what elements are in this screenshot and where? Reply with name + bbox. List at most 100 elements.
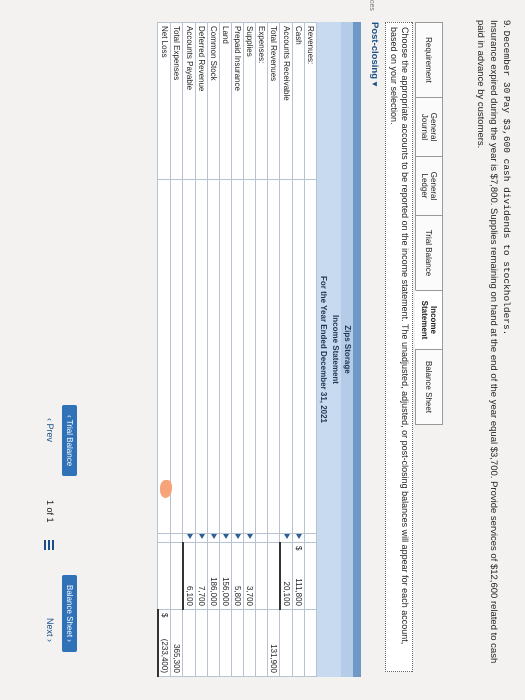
- total-cell: [292, 609, 305, 677]
- statement-period: For the Year Ended December 31, 2021: [317, 22, 329, 677]
- post-closing-dropdown[interactable]: Post-closing ▾: [369, 22, 380, 86]
- rotated-screen: ces 9. December 30 Pay $3,600 cash divid…: [0, 0, 525, 700]
- grid-icon[interactable]: [44, 540, 54, 550]
- statement-row: Total Revenues 131,900: [267, 22, 280, 677]
- total-cell: 131,900: [267, 609, 280, 677]
- row-spacer: [304, 179, 317, 534]
- total-cell: [207, 609, 220, 677]
- problem-text: 9. December 30 Pay $3,600 cash dividends…: [474, 20, 513, 680]
- chevron-left-icon: ‹: [45, 418, 55, 421]
- total-cell: [195, 609, 208, 677]
- row-arrow-cell: [267, 533, 280, 543]
- statement-row: Common Stock 186,000: [207, 22, 220, 677]
- row-spacer: [183, 179, 196, 534]
- account-label: Net Loss: [158, 22, 171, 180]
- dropdown-arrow-icon[interactable]: [186, 534, 193, 539]
- amount-value: 131,900: [269, 644, 279, 673]
- chevron-right-icon: ›: [45, 639, 55, 643]
- problem-details: Insurance expired during the year is $7,…: [475, 20, 499, 664]
- income-statement: Zips Storage Income Statement For the Ye…: [157, 22, 361, 677]
- account-label[interactable]: Deferred Revenue: [195, 22, 208, 180]
- account-label: Total Revenues: [267, 22, 280, 180]
- amount-cell: 5,800: [231, 542, 244, 610]
- row-arrow-cell: [304, 533, 317, 543]
- row-spacer: [255, 179, 268, 534]
- amount-value: 111,800: [294, 578, 303, 606]
- total-cell: [255, 609, 268, 677]
- row-arrow-cell[interactable]: [195, 533, 208, 543]
- next-tab-label: Balance Sheet: [65, 585, 74, 638]
- chevron-left-icon: ‹: [65, 415, 74, 418]
- account-label: Total Expenses: [170, 22, 183, 180]
- next-button[interactable]: Next ›: [45, 618, 55, 642]
- account-label: Revenues:: [304, 22, 317, 180]
- row-spacer: [219, 179, 232, 534]
- statement-title: Income Statement: [329, 22, 341, 677]
- account-label[interactable]: Cash: [292, 22, 305, 180]
- row-arrow-cell[interactable]: [231, 533, 244, 543]
- tab-balance-sheet[interactable]: Balance Sheet: [415, 349, 443, 425]
- dropdown-arrow-icon[interactable]: [199, 534, 205, 539]
- total-cell: [280, 609, 293, 677]
- dropdown-arrow-icon[interactable]: [283, 534, 290, 539]
- account-label[interactable]: Accounts Payable: [183, 22, 196, 180]
- amount-cell: [267, 542, 280, 610]
- currency-symbol: $: [160, 613, 169, 618]
- row-arrow-cell: [255, 533, 268, 543]
- tab-requirement[interactable]: Requirement: [415, 22, 443, 97]
- dropdown-arrow-icon[interactable]: [211, 534, 217, 539]
- tab-income-statement[interactable]: Income Statement: [415, 290, 443, 349]
- dropdown-arrow-icon[interactable]: [235, 534, 241, 539]
- statement-row: Accounts Receivable 20,100: [280, 22, 293, 677]
- amount-cell: 7,700: [195, 542, 208, 610]
- account-label[interactable]: Supplies: [243, 22, 256, 180]
- prev-label: Prev: [45, 423, 55, 443]
- account-label[interactable]: Land: [219, 22, 232, 180]
- prev-tab-button[interactable]: ‹ Trial Balance: [62, 405, 77, 477]
- amount-value: 156,000: [221, 577, 230, 606]
- total-cell: $ (233,400): [158, 609, 171, 677]
- total-cell: [243, 609, 256, 677]
- tab-general-journal[interactable]: General Journal: [415, 97, 443, 156]
- total-cell: [231, 609, 244, 677]
- statement-row: Revenues:: [304, 22, 317, 677]
- row-spacer: [231, 179, 244, 534]
- dropdown-arrow-icon[interactable]: [296, 534, 302, 539]
- row-arrow-cell: [170, 533, 183, 543]
- dropdown-arrow-icon[interactable]: [247, 534, 253, 539]
- row-arrow-cell[interactable]: [280, 533, 293, 543]
- row-spacer: [280, 179, 293, 534]
- prev-button[interactable]: ‹ Prev: [45, 418, 55, 442]
- row-arrow-cell[interactable]: [292, 533, 305, 543]
- account-label[interactable]: Prepaid Insurance: [231, 22, 244, 180]
- chevron-right-icon: ›: [65, 639, 74, 642]
- amount-cell: [158, 542, 171, 610]
- amount-value: 5,800: [233, 585, 242, 606]
- tab-general-ledger[interactable]: General Ledger: [415, 156, 443, 215]
- tab-bar: Requirement General Journal General Ledg…: [415, 22, 443, 425]
- row-arrow-cell[interactable]: [219, 533, 232, 543]
- tab-trial-balance[interactable]: Trial Balance: [415, 215, 443, 290]
- amount-cell: $111,800: [292, 542, 305, 610]
- side-label: ces: [368, 0, 375, 11]
- statement-table: Revenues: Cash $111,800 Accounts Receivable…: [157, 22, 317, 677]
- dropdown-arrow-icon[interactable]: [223, 534, 229, 539]
- row-spacer: [170, 179, 183, 534]
- row-arrow-cell[interactable]: [183, 533, 196, 543]
- next-tab-button[interactable]: Balance Sheet ›: [62, 575, 77, 652]
- post-closing-label: Post-closing: [369, 22, 380, 80]
- amount-value: 7,700: [197, 585, 206, 606]
- account-label[interactable]: Common Stock: [207, 22, 220, 180]
- account-label[interactable]: Accounts Receivable: [280, 22, 293, 180]
- amount-cell: 156,000: [219, 542, 232, 610]
- total-cell: [183, 609, 196, 677]
- amount-cell: 20,100: [280, 542, 293, 610]
- row-arrow-cell[interactable]: [207, 533, 220, 543]
- amount-value: 6,100: [185, 585, 194, 606]
- statement-row: Expenses:: [255, 22, 268, 677]
- problem-line: Pay $3,600 cash dividends to stockholder…: [501, 95, 512, 336]
- amount-value: (233,400): [160, 638, 169, 673]
- row-arrow-cell[interactable]: [243, 533, 256, 543]
- row-spacer: [243, 179, 256, 534]
- statement-row: Deferred Revenue 7,700: [195, 22, 208, 677]
